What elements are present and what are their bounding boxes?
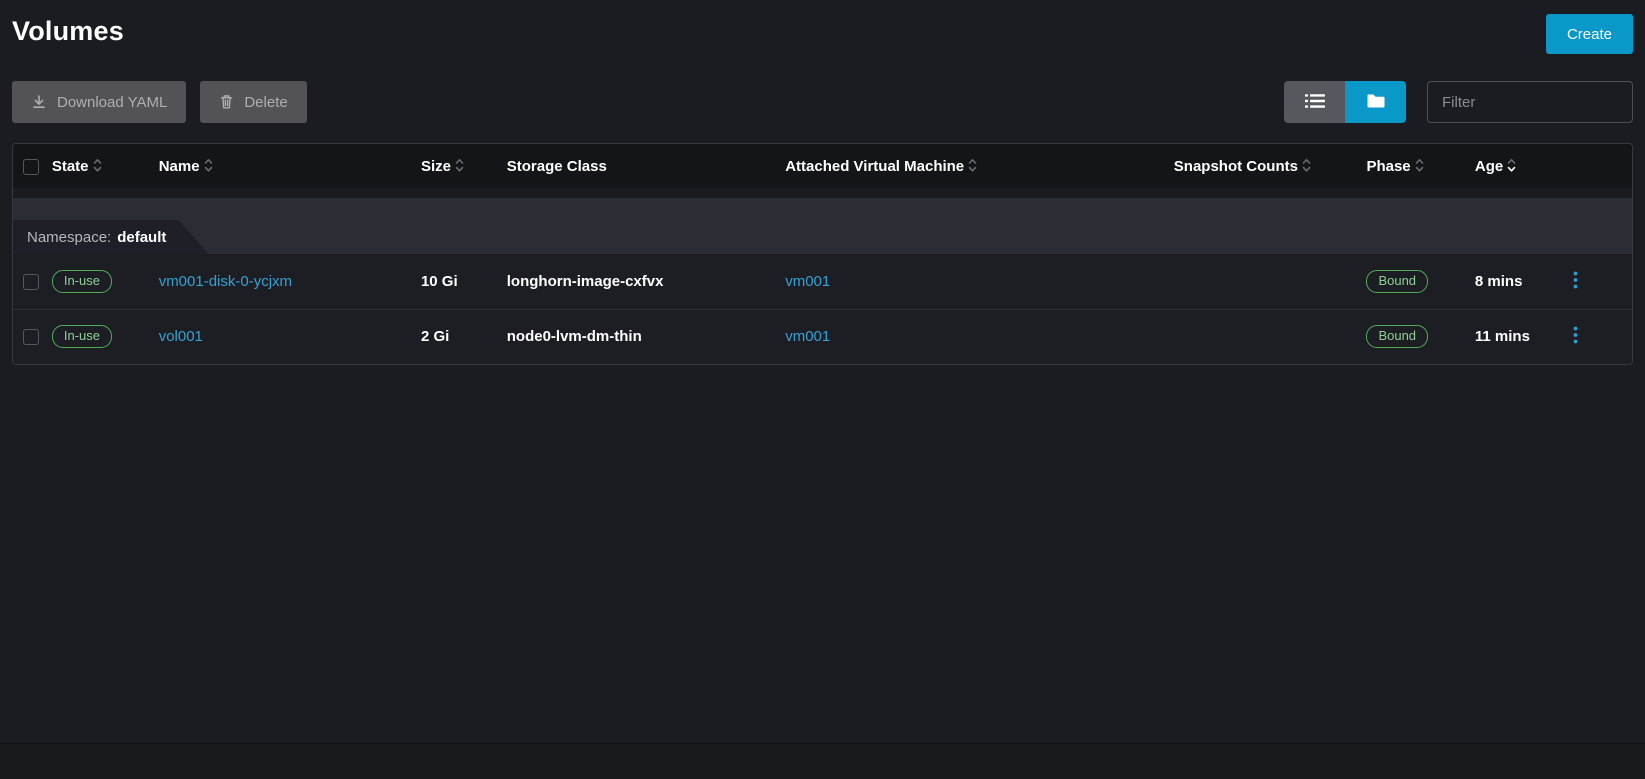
create-button[interactable]: Create: [1546, 14, 1633, 54]
column-header-age[interactable]: Age: [1475, 144, 1567, 188]
sort-icon: [1302, 157, 1311, 174]
size-value: 10 Gi: [421, 273, 458, 290]
column-label: Name: [159, 158, 200, 175]
namespace-label: Namespace:: [27, 229, 111, 246]
column-label: Snapshot Counts: [1174, 158, 1298, 175]
column-label: Attached Virtual Machine: [785, 158, 964, 175]
footer-strip: [0, 743, 1645, 779]
column-label: Age: [1475, 158, 1503, 175]
attached-vm-link[interactable]: vm001: [785, 328, 830, 345]
column-header-snapshot-counts[interactable]: Snapshot Counts: [1174, 144, 1367, 188]
column-label: Size: [421, 158, 451, 175]
column-header-size[interactable]: Size: [421, 144, 507, 188]
storage-class-value: longhorn-image-cxfvx: [507, 273, 664, 290]
list-icon: [1304, 92, 1326, 113]
volume-name-link[interactable]: vm001-disk-0-ycjxm: [159, 273, 292, 290]
column-header-phase[interactable]: Phase: [1366, 144, 1474, 188]
group-by-namespace-button[interactable]: [1345, 81, 1406, 123]
column-header-actions: [1567, 144, 1632, 188]
delete-label: Delete: [244, 94, 287, 111]
sort-icon: [1415, 157, 1424, 174]
age-value: 8 mins: [1475, 273, 1523, 290]
volume-name-link[interactable]: vol001: [159, 328, 203, 345]
column-label: Phase: [1366, 158, 1410, 175]
volumes-table: State Name Size Storage Class Attached V…: [12, 143, 1633, 365]
column-header-storage-class: Storage Class: [507, 144, 785, 188]
filter-input[interactable]: [1427, 81, 1633, 123]
column-header-name[interactable]: Name: [159, 144, 421, 188]
size-value: 2 Gi: [421, 328, 449, 345]
sort-icon-active: [1507, 157, 1516, 174]
namespace-group-row: Namespace: default: [13, 188, 1632, 254]
select-all-checkbox[interactable]: [23, 159, 39, 175]
state-badge: In-use: [52, 325, 112, 348]
list-view-button[interactable]: [1284, 81, 1345, 123]
download-yaml-label: Download YAML: [57, 94, 167, 111]
page-title: Volumes: [12, 16, 124, 47]
table-header: State Name Size Storage Class Attached V…: [13, 144, 1632, 188]
table-row: In-use vm001-disk-0-ycjxm 10 Gi longhorn…: [13, 254, 1632, 309]
table-row: In-use vol001 2 Gi node0-lvm-dm-thin vm0…: [13, 309, 1632, 364]
select-all-cell: [13, 144, 52, 188]
download-icon: [31, 94, 47, 110]
delete-button[interactable]: Delete: [200, 81, 306, 123]
namespace-value: default: [117, 229, 166, 246]
sort-icon: [93, 157, 102, 174]
download-yaml-button[interactable]: Download YAML: [12, 81, 186, 123]
phase-badge: Bound: [1366, 270, 1428, 293]
namespace-group-band: Namespace: default: [13, 198, 1632, 254]
row-actions-button[interactable]: [1567, 267, 1584, 296]
row-checkbox[interactable]: [23, 329, 39, 345]
state-badge: In-use: [52, 270, 112, 293]
storage-class-value: node0-lvm-dm-thin: [507, 328, 642, 345]
row-checkbox[interactable]: [23, 274, 39, 290]
view-mode-toggle: [1284, 81, 1406, 123]
sort-icon: [204, 157, 213, 174]
column-header-state[interactable]: State: [52, 144, 159, 188]
column-label: State: [52, 158, 89, 175]
kebab-icon: [1573, 332, 1578, 347]
view-controls: [1284, 81, 1633, 123]
bulk-actions: Download YAML Delete: [12, 81, 307, 123]
age-value: 11 mins: [1475, 328, 1530, 345]
trash-icon: [219, 94, 234, 110]
column-label: Storage Class: [507, 158, 607, 175]
page-header: Volumes Create: [12, 14, 1633, 54]
attached-vm-link[interactable]: vm001: [785, 273, 830, 290]
sort-icon: [968, 157, 977, 174]
volumes-page: Volumes Create Download YAML Delete: [0, 0, 1645, 365]
sort-icon: [455, 157, 464, 174]
kebab-icon: [1573, 277, 1578, 292]
row-actions-button[interactable]: [1567, 322, 1584, 351]
actions-toolbar: Download YAML Delete: [12, 81, 1633, 123]
namespace-group-tab: Namespace: default: [13, 220, 208, 254]
folder-icon: [1366, 93, 1386, 112]
column-header-attached-vm[interactable]: Attached Virtual Machine: [785, 144, 1174, 188]
phase-badge: Bound: [1366, 325, 1428, 348]
